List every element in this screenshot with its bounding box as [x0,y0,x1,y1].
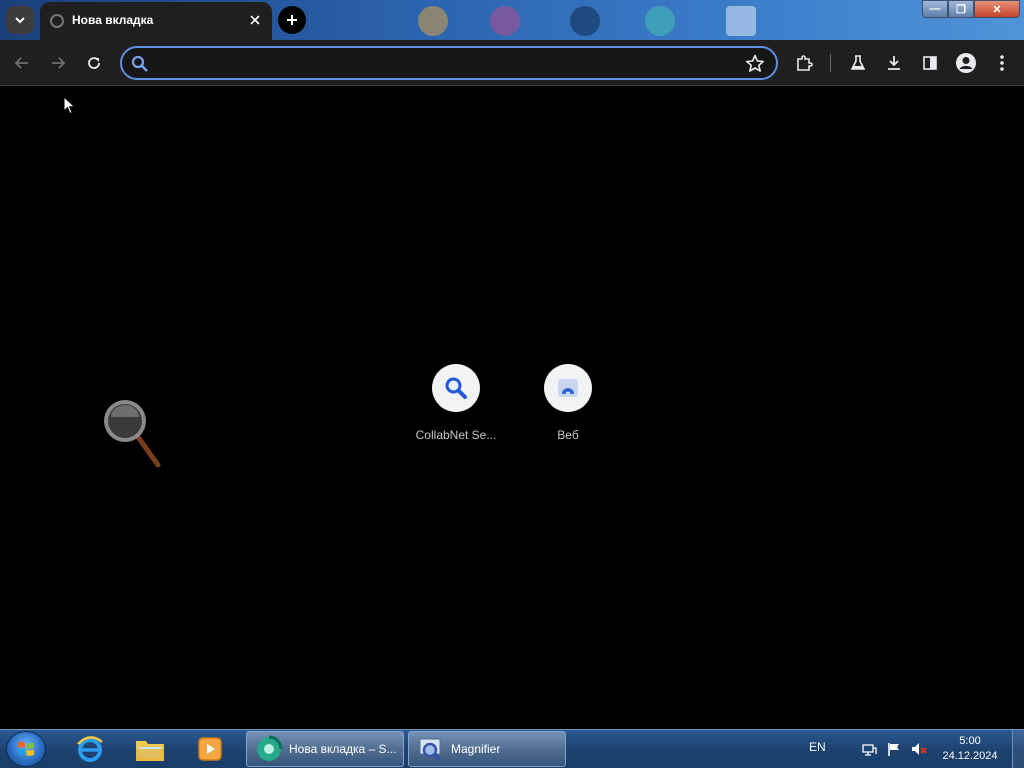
search-icon [131,55,148,72]
labs-button[interactable] [846,51,870,75]
arrow-right-icon [52,57,66,69]
downloads-button[interactable] [882,51,906,75]
address-bar[interactable] [120,46,778,80]
magnifier-lens-icon[interactable] [102,399,164,469]
window-controls: — ❐ ✕ [922,0,1020,18]
shortcut-label: CollabNet Se... [415,428,497,442]
folder-icon [136,741,164,761]
forward-button[interactable] [46,51,70,75]
shortcut-tile-collabnet[interactable]: CollabNet Se... [408,364,504,442]
plus-icon [287,15,297,25]
start-button[interactable] [6,731,46,767]
browser-toolbar [0,40,1024,86]
shortcut-label: Веб [557,428,579,442]
pinned-internet-explorer[interactable] [70,733,110,765]
taskbar-item-magnifier[interactable]: Magnifier [408,731,566,767]
tab-active[interactable]: Нова вкладка [40,2,272,40]
download-icon [888,56,900,70]
shortcut-icon-circle [544,364,592,412]
menu-button[interactable] [990,51,1014,75]
browser-app-icon [257,735,283,761]
arrow-left-icon [14,57,28,69]
tab-favicon-icon [50,14,64,28]
clock-time: 5:00 [959,735,981,747]
desktop-icon-1 [418,6,448,36]
action-center-flag-icon[interactable] [886,741,902,757]
maximize-button[interactable]: ❐ [948,0,974,18]
profile-button[interactable] [954,51,978,75]
close-icon [250,15,260,25]
back-button[interactable] [10,51,34,75]
taskbar: Нова вкладка – S... Magnifier EN 5:00 24… [0,729,1024,768]
chevron-down-icon [15,17,25,24]
address-input[interactable] [158,53,738,73]
pinned-file-explorer[interactable] [130,733,170,765]
bookmark-star-icon[interactable] [744,53,766,75]
more-vertical-icon [1000,55,1004,71]
close-window-button[interactable]: ✕ [974,0,1020,18]
magnifier-app-icon [419,738,443,763]
pinned-media-player[interactable] [190,733,230,765]
shortcut-tile-web[interactable]: Веб [520,364,616,442]
taskbar-item-label: Magnifier [451,742,501,756]
shortcut-icon-circle [432,364,480,412]
side-panel-icon [923,56,937,70]
tab-title: Нова вкладка [72,13,154,27]
side-panel-button[interactable] [918,51,942,75]
desktop-icon-4 [645,6,675,36]
desktop-icon-3 [570,6,600,36]
desktop-icon-2 [490,6,520,36]
windows-logo-icon [18,741,34,756]
taskbar-item-browser[interactable]: Нова вкладка – S... [246,731,404,767]
internet-explorer-icon [77,736,103,762]
media-player-icon [198,737,222,761]
magnifier-icon [445,377,467,399]
clock-date: 24.12.2024 [942,750,998,762]
reload-icon [88,57,100,69]
system-clock[interactable]: 5:00 24.12.2024 [936,734,1004,764]
minimize-button[interactable]: — [922,0,948,18]
extensions-button[interactable] [792,51,816,75]
mouse-cursor-icon [63,96,76,115]
volume-muted-icon[interactable] [910,741,928,757]
web-icon [558,379,578,397]
puzzle-icon [797,55,813,71]
network-icon[interactable] [861,742,877,758]
reload-button[interactable] [82,51,106,75]
language-indicator[interactable]: EN [809,740,826,768]
taskbar-item-label: Нова вкладка – S... [289,742,397,756]
tab-strip: Нова вкладка — ❐ ✕ [0,0,1024,40]
desktop-icon-5 [726,6,756,36]
show-desktop-button[interactable] [1012,730,1024,768]
tab-search-button[interactable] [6,6,34,34]
tab-close-button[interactable] [246,11,264,29]
flask-icon [850,55,866,70]
toolbar-separator [830,54,831,72]
new-tab-button[interactable] [278,6,306,34]
avatar-icon [956,53,976,73]
